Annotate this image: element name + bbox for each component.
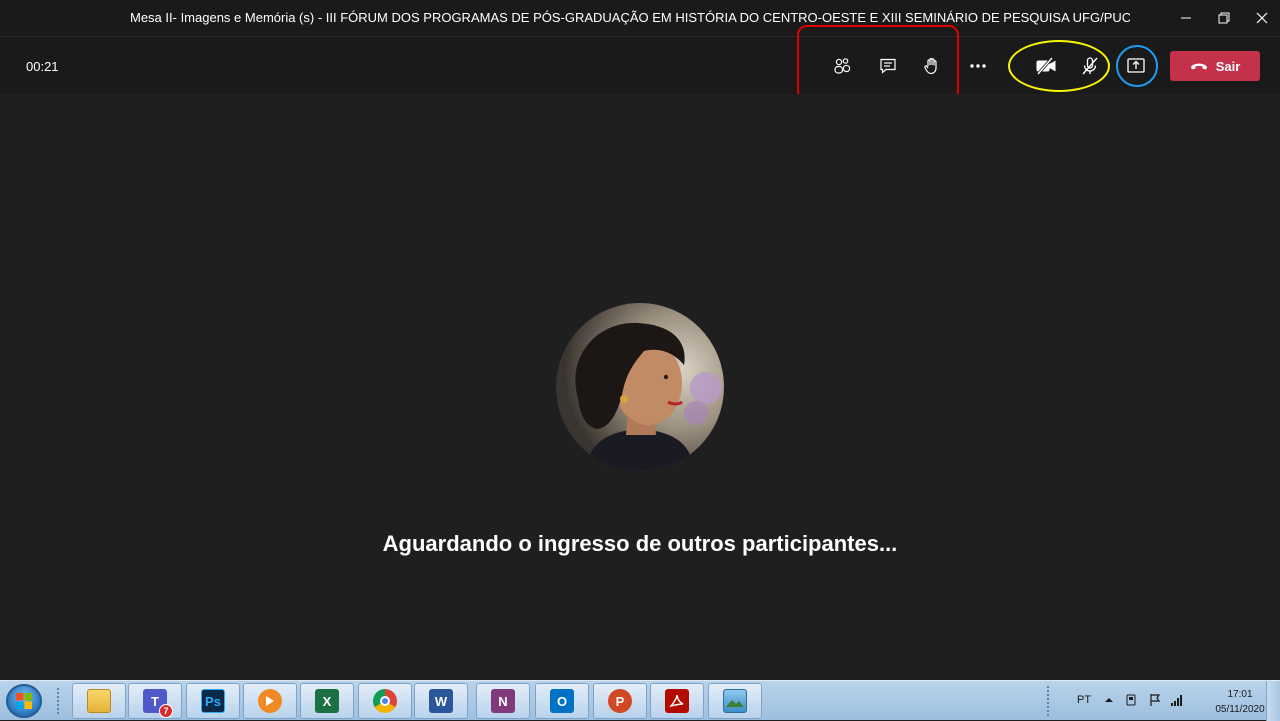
taskbar-outlook[interactable]: O xyxy=(535,683,589,719)
more-options-button[interactable] xyxy=(962,51,994,81)
participant-avatar xyxy=(556,303,724,471)
waiting-message: Aguardando o ingresso de outros particip… xyxy=(382,531,898,556)
system-clock[interactable]: 17:01 05/11/2020 xyxy=(1212,687,1268,717)
windows-taskbar: T 7 Ps X W N O P PT 17:01 05/11/2020 xyxy=(0,680,1280,721)
onenote-icon: N xyxy=(491,689,515,713)
show-hidden-icons-icon[interactable] xyxy=(1102,693,1116,707)
start-button[interactable] xyxy=(6,684,42,718)
action-center-flag-icon[interactable] xyxy=(1148,693,1162,707)
language-indicator[interactable]: PT xyxy=(1077,694,1091,706)
onenote-label: N xyxy=(498,693,508,709)
outlook-label: O xyxy=(556,693,568,709)
more-options-icon xyxy=(970,64,986,68)
excel-icon: X xyxy=(315,689,339,713)
close-button[interactable] xyxy=(1242,0,1280,36)
network-signal-icon[interactable] xyxy=(1170,693,1184,707)
taskbar-photoshop[interactable]: Ps xyxy=(186,683,240,719)
taskbar-media-player[interactable] xyxy=(243,683,297,719)
highlight-blue-circle xyxy=(1116,45,1158,87)
leave-label: Sair xyxy=(1215,58,1241,74)
taskbar-powerpoint[interactable]: P xyxy=(593,683,647,719)
meeting-timer: 00:21 xyxy=(26,59,59,74)
excel-label: X xyxy=(322,693,332,709)
clock-date: 05/11/2020 xyxy=(1215,704,1265,715)
window-title-bar: Mesa II- Imagens e Memória (s) - III FÓR… xyxy=(0,0,1280,36)
teams-icon: T 7 xyxy=(143,689,173,718)
photoshop-label: Ps xyxy=(205,693,221,709)
taskbar-chrome[interactable] xyxy=(358,683,412,719)
file-explorer-icon xyxy=(87,689,111,713)
show-desktop-button[interactable] xyxy=(1266,681,1280,721)
taskbar-file-explorer[interactable] xyxy=(72,683,126,719)
highlight-red-box xyxy=(797,25,959,101)
powerpoint-label: P xyxy=(615,693,625,709)
taskbar-acrobat[interactable] xyxy=(650,683,704,719)
minimize-button[interactable] xyxy=(1166,0,1206,36)
taskbar-excel[interactable]: X xyxy=(300,683,354,719)
taskbar-word[interactable]: W xyxy=(414,683,468,719)
media-player-icon xyxy=(258,689,282,713)
word-label: W xyxy=(434,693,448,709)
tray-separator xyxy=(1046,685,1050,717)
chrome-icon xyxy=(373,689,397,713)
acrobat-icon xyxy=(665,689,689,713)
hang-up-icon xyxy=(1190,63,1207,70)
powerpoint-icon: P xyxy=(608,689,632,713)
taskbar-onenote[interactable]: N xyxy=(476,683,530,719)
outlook-icon: O xyxy=(550,689,574,713)
taskbar-grip xyxy=(56,687,60,715)
taskbar-image-viewer[interactable] xyxy=(708,683,762,719)
word-icon: W xyxy=(429,689,453,713)
system-tray: PT 17:01 05/11/2020 xyxy=(1062,681,1265,721)
restore-button[interactable] xyxy=(1204,0,1244,36)
highlight-yellow-ellipse xyxy=(1008,40,1110,92)
image-viewer-icon xyxy=(723,689,747,713)
restore-icon xyxy=(1218,12,1230,24)
taskbar-teams[interactable]: T 7 xyxy=(128,683,182,719)
photoshop-icon: Ps xyxy=(201,689,225,713)
close-icon xyxy=(1256,12,1268,24)
teams-notification-badge: 7 xyxy=(159,704,173,718)
meeting-stage: Aguardando o ingresso de outros particip… xyxy=(0,94,1280,680)
windows-logo-icon xyxy=(16,693,32,709)
window-title: Mesa II- Imagens e Memória (s) - III FÓR… xyxy=(130,10,1130,25)
minimize-icon xyxy=(1181,17,1191,19)
clock-time: 17:01 xyxy=(1227,689,1253,700)
device-icon[interactable] xyxy=(1124,693,1138,707)
leave-button[interactable]: Sair xyxy=(1170,51,1260,81)
